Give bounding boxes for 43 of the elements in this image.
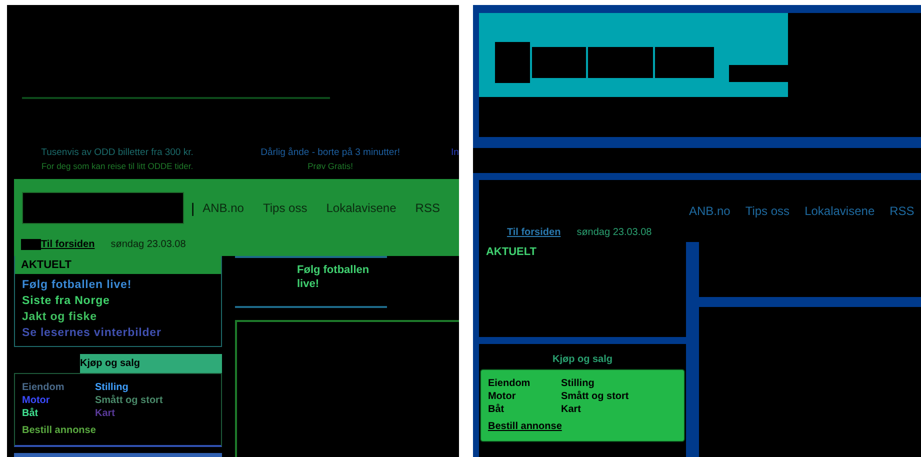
nav-link[interactable]: Tips oss — [262, 200, 308, 215]
ad-headline[interactable]: Dårlig ånde - borte på 3 minutter! — [260, 147, 400, 158]
category-link[interactable]: Motor — [488, 391, 561, 402]
nav-link[interactable]: RSS — [415, 200, 440, 215]
category-link[interactable]: Smått og stort — [95, 395, 214, 406]
nav-link[interactable]: RSS — [890, 204, 914, 218]
category-link[interactable]: Kart — [560, 404, 677, 415]
separator-text: | — [190, 200, 195, 216]
home-link[interactable]: Til forsiden — [506, 226, 561, 238]
category-link[interactable]: Eiendom — [488, 378, 561, 389]
news-link[interactable]: Siste fra Norge — [22, 295, 214, 307]
ad-headline[interactable]: Tusenvis av ODD billetter fra 300 kr. — [41, 147, 194, 158]
category-link[interactable]: Kart — [95, 408, 214, 419]
category-link[interactable]: Motor — [22, 395, 95, 406]
news-link[interactable]: Følg fotballen live! — [22, 279, 214, 291]
search-field[interactable] — [22, 192, 184, 224]
nav-link[interactable]: ANB.no — [688, 204, 730, 218]
nav-link[interactable]: Tips oss — [745, 204, 790, 218]
image-placeholder — [21, 239, 41, 250]
category-link[interactable]: Stilling — [95, 382, 214, 393]
category-link[interactable]: Eiendom — [22, 382, 95, 393]
section-title: AKTUELT — [484, 245, 538, 260]
category-link[interactable]: Båt — [22, 408, 95, 419]
ad-subline[interactable]: For deg som kan reise til litt ODDE tider. — [41, 161, 194, 171]
section-title: Kjøp og salg — [552, 354, 612, 365]
nav-link[interactable]: ANB.no — [202, 200, 244, 215]
nav-link[interactable]: Lokalavisene — [804, 204, 875, 218]
category-link[interactable]: Båt — [488, 404, 561, 415]
section-title: Kjøp og salg — [80, 358, 140, 369]
category-link[interactable]: Stilling — [560, 378, 677, 389]
date-text: søndag 23.03.08 — [576, 226, 652, 238]
news-link[interactable]: Se lesernes vinterbilder — [22, 327, 214, 339]
ad-subline[interactable]: Prøv Gratis! — [308, 161, 353, 171]
headline-link[interactable]: Følg fotballen live! — [297, 263, 387, 291]
category-link[interactable]: Smått og stort — [560, 391, 677, 402]
section-title: AKTUELT — [15, 256, 221, 274]
date-text: søndag 23.03.08 — [110, 239, 186, 250]
ad-headline[interactable]: In — [451, 147, 459, 158]
order-link[interactable]: Bestill annonse — [488, 421, 562, 432]
news-link[interactable]: Jakt og fiske — [22, 311, 214, 323]
home-link[interactable]: Til forsiden — [41, 239, 95, 250]
nav-link[interactable]: Lokalavisene — [326, 200, 396, 215]
order-link[interactable]: Bestill annonse — [22, 425, 96, 436]
